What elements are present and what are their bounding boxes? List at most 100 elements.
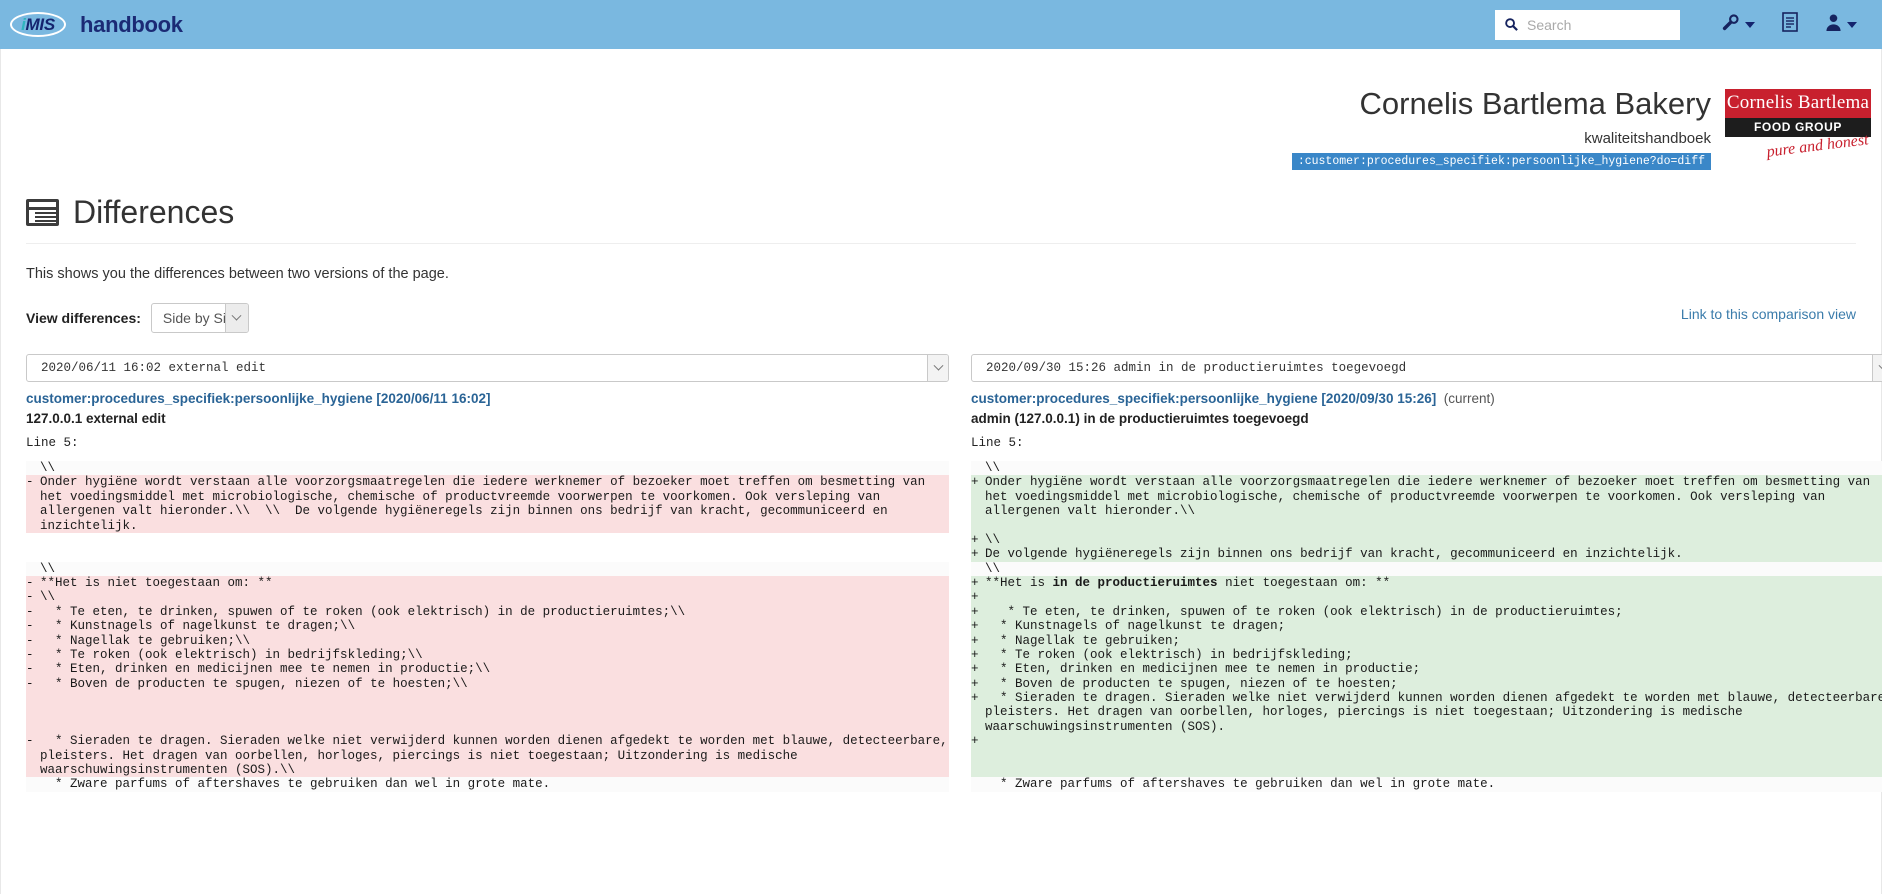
left-version-link[interactable]: customer:procedures_specifiek:persoonlij…: [26, 391, 490, 406]
diff-row: + * Sieraden te dragen. Sieraden welke n…: [26, 691, 1882, 735]
left-diff-text: * Kunstnagels of nagelkunst te dragen;\\: [40, 619, 950, 634]
site-title-block: Cornelis Bartlema Bakery kwaliteitshandb…: [1291, 86, 1711, 171]
diff-row: - * Te eten, te drinken, spuwen of te ro…: [26, 604, 1882, 620]
left-diff-marker: -: [26, 590, 40, 605]
left-diff-marker: [26, 691, 40, 735]
right-version-select[interactable]: 2020/09/30 15:26 admin in de productieru…: [971, 354, 1882, 383]
right-diff-text: * Kunstnagels of nagelkunst te dragen;: [985, 619, 1882, 634]
left-diff-text: [40, 691, 950, 735]
site-header: Cornelis Bartlema Bakery kwaliteitshandb…: [1, 49, 1881, 171]
search-box[interactable]: [1495, 9, 1680, 40]
chevron-down-icon: [1745, 21, 1755, 28]
left-diff-marker: [26, 561, 40, 577]
page-title: Differences: [26, 194, 1856, 245]
right-version-link[interactable]: customer:procedures_specifiek:persoonlij…: [971, 391, 1436, 406]
right-diff-text: * Boven de producten te spugen, niezen o…: [985, 676, 1882, 692]
brand-area[interactable]: iMIS handbook: [0, 10, 183, 40]
column-gap: [949, 475, 972, 533]
top-bar-right: [1495, 0, 1870, 49]
page-content: Differences This shows you the differenc…: [1, 194, 1882, 792]
left-diff-text: [40, 547, 950, 562]
logo-name-band: Cornelis Bartlema: [1725, 89, 1871, 118]
left-line-header: Line 5:: [26, 436, 79, 451]
left-version-select[interactable]: 2020/06/11 16:02 external edit: [26, 354, 950, 383]
chevron-down-icon: [224, 304, 248, 333]
left-diff-marker: -: [26, 734, 40, 778]
page-tools-button[interactable]: [1781, 12, 1799, 37]
left-diff-text: * Eten, drinken en medicijnen mee te nem…: [40, 662, 950, 677]
site-brand-title[interactable]: handbook: [80, 12, 183, 38]
right-diff-text: * Te eten, te drinken, spuwen of te roke…: [985, 604, 1882, 620]
right-diff-marker: +: [971, 633, 986, 648]
version-header-row: customer:procedures_specifiek:persoonlij…: [26, 391, 1882, 462]
right-diff-text: [985, 590, 1882, 605]
intro-text: This shows you the differences between t…: [26, 266, 449, 283]
right-diff-text: * Eten, drinken en medicijnen mee te nem…: [985, 662, 1882, 677]
diff-row: - Onder hygiëne wordt verstaan alle voorz…: [26, 475, 1882, 533]
left-diff-text: [40, 532, 950, 548]
diff-row: \\ \\: [26, 561, 1882, 577]
diff-row: - * Te roken (ook elektrisch) in bedrijf…: [26, 647, 1882, 663]
column-gap: [949, 604, 972, 620]
site-title: Cornelis Bartlema Bakery: [1359, 86, 1711, 121]
right-diff-marker: [971, 561, 986, 577]
view-mode-select[interactable]: Side by Side: [150, 303, 249, 334]
right-diff-marker: [971, 461, 986, 476]
chevron-down-icon: [927, 355, 949, 382]
column-gap: [949, 532, 972, 548]
left-version-header: customer:procedures_specifiek:persoonlij…: [26, 391, 949, 461]
left-version-summary: 127.0.0.1 external edit: [26, 411, 166, 427]
column-gap: [949, 576, 972, 591]
left-diff-marker: -: [26, 604, 40, 620]
column-gap: [949, 461, 972, 476]
right-diff-text: \\: [985, 532, 1882, 548]
right-diff-marker: +: [971, 647, 986, 663]
diff-row: - * Kunstnagels of nagelkunst te dragen;…: [26, 619, 1882, 634]
left-diff-text: * Te roken (ook elektrisch) in bedrijfsk…: [40, 647, 950, 663]
user-menu[interactable]: [1825, 13, 1857, 37]
right-diff-text: De volgende hygiëneregels zijn binnen on…: [985, 547, 1882, 562]
diff-row: - \\ +: [26, 590, 1882, 605]
imis-logo-icon[interactable]: iMIS: [10, 10, 66, 40]
column-gap: [949, 590, 972, 605]
left-diff-marker: [26, 777, 40, 792]
left-diff-text: * Nagellak te gebruiken;\\: [40, 633, 950, 648]
breadcrumb: :customer:procedures_specifiek:persoonli…: [1291, 153, 1711, 171]
differences-icon: [26, 199, 59, 227]
comparison-view-link[interactable]: Link to this comparison view: [1681, 306, 1856, 322]
column-gap: [949, 561, 972, 577]
left-diff-text: \\: [40, 461, 950, 476]
chevron-down-icon: [1872, 355, 1882, 382]
right-diff-marker: +: [971, 691, 986, 735]
diff-row: * Zware parfums of aftershaves te gebrui…: [26, 777, 1882, 792]
wrench-icon: [1721, 13, 1740, 37]
view-controls-row: View differences: Side by Side Link to t…: [26, 302, 1856, 334]
column-gap: [949, 647, 972, 663]
diff-row: - * Eten, drinken en medicijnen mee te n…: [26, 662, 1882, 677]
right-diff-text: **Het is in de productieruimtes niet toe…: [985, 576, 1882, 591]
column-gap: [949, 691, 972, 735]
admin-menu[interactable]: [1721, 13, 1755, 37]
right-diff-text: \\: [985, 561, 1882, 577]
right-diff-text: * Nagellak te gebruiken;: [985, 633, 1882, 648]
search-input[interactable]: [1525, 15, 1671, 34]
column-gap: [949, 777, 972, 792]
right-diff-text: * Te roken (ook elektrisch) in bedrijfsk…: [985, 647, 1882, 663]
column-gap: [949, 547, 972, 562]
column-gap: [949, 354, 972, 392]
right-diff-text: Onder hygiëne wordt verstaan alle voorzo…: [985, 475, 1882, 533]
diff-table: 2020/06/11 16:02 external edit 2020/09/3…: [26, 354, 1882, 792]
right-diff-marker: +: [971, 475, 986, 533]
right-diff-text: * Zware parfums of aftershaves te gebrui…: [985, 777, 1882, 792]
search-icon: [1504, 17, 1519, 32]
site-tagline: kwaliteitshandboek: [1584, 130, 1711, 148]
chevron-down-icon: [1847, 21, 1857, 28]
right-diff-marker: +: [971, 734, 986, 778]
diff-row: - * Nagellak te gebruiken;\\ + * Nagellak…: [26, 633, 1882, 648]
left-diff-text: * Te eten, te drinken, spuwen of te roke…: [40, 604, 950, 620]
left-diff-marker: [26, 532, 40, 548]
page-icon: [1781, 12, 1799, 37]
left-diff-text: * Zware parfums of aftershaves te gebrui…: [40, 777, 950, 792]
diff-row: - * Boven de producten te spugen, niezen…: [26, 676, 1882, 692]
right-diff-marker: +: [971, 532, 986, 548]
